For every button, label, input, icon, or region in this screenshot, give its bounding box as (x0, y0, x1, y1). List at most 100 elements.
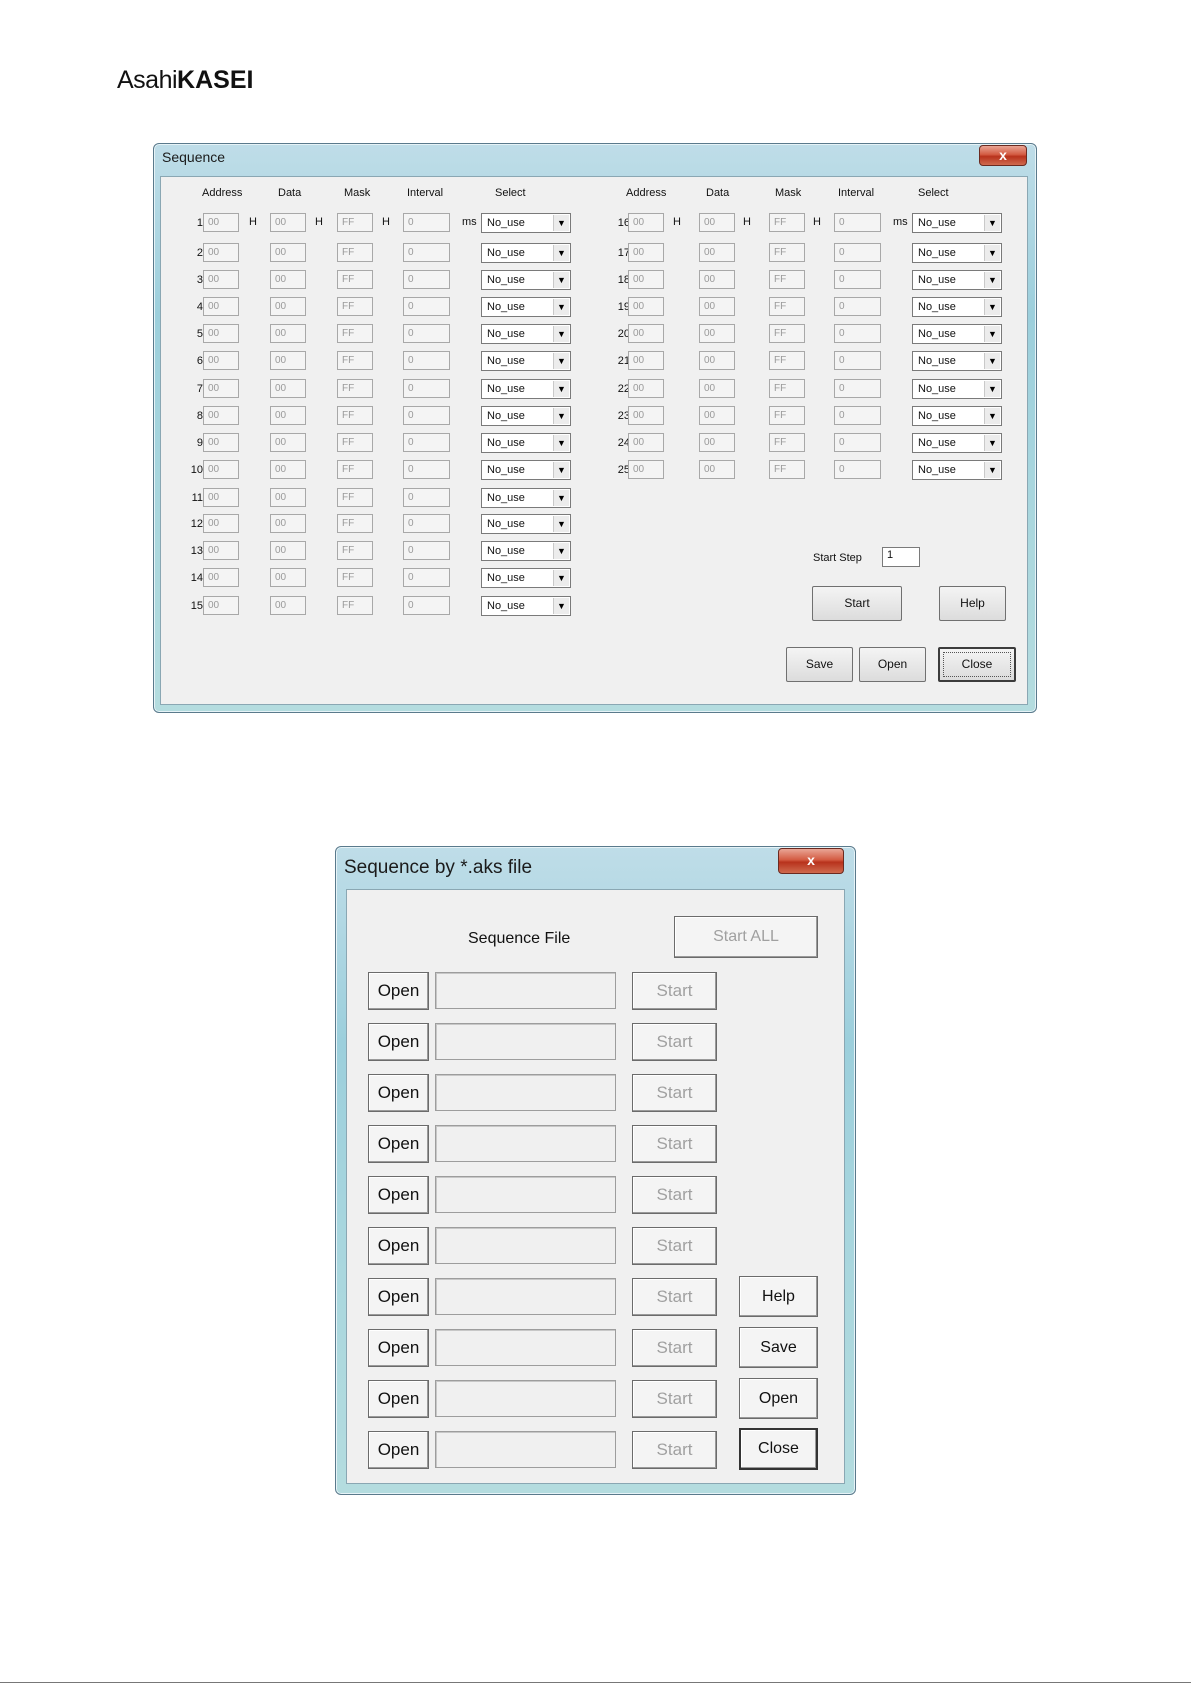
data-field[interactable]: 00 (270, 596, 306, 615)
aks-save-button[interactable]: Save (739, 1327, 818, 1368)
aks-file-path-field[interactable] (435, 1329, 616, 1366)
chevron-down-icon[interactable]: ▼ (553, 598, 569, 614)
address-field[interactable]: 00 (628, 270, 664, 289)
aks-row-open-button[interactable]: Open (368, 1125, 429, 1163)
select-dropdown[interactable]: No_use ▼ (912, 379, 1002, 399)
chevron-down-icon[interactable]: ▼ (984, 435, 1000, 451)
data-field[interactable]: 00 (270, 351, 306, 370)
chevron-down-icon[interactable]: ▼ (984, 215, 1000, 231)
select-dropdown[interactable]: No_use ▼ (481, 460, 571, 480)
select-dropdown[interactable]: No_use ▼ (481, 243, 571, 263)
data-field[interactable]: 00 (699, 460, 735, 479)
aks-help-button[interactable]: Help (739, 1276, 818, 1317)
data-field[interactable]: 00 (270, 324, 306, 343)
address-field[interactable]: 00 (628, 213, 664, 232)
save-button[interactable]: Save (786, 647, 853, 682)
interval-field[interactable]: 0 (834, 433, 881, 452)
start-all-button[interactable]: Start ALL (674, 916, 818, 958)
chevron-down-icon[interactable]: ▼ (984, 381, 1000, 397)
chevron-down-icon[interactable]: ▼ (553, 490, 569, 506)
chevron-down-icon[interactable]: ▼ (553, 516, 569, 532)
chevron-down-icon[interactable]: ▼ (984, 299, 1000, 315)
data-field[interactable]: 00 (270, 379, 306, 398)
chevron-down-icon[interactable]: ▼ (984, 353, 1000, 369)
interval-field[interactable]: 0 (403, 213, 450, 232)
address-field[interactable]: 00 (628, 297, 664, 316)
mask-field[interactable]: FF (337, 568, 373, 587)
data-field[interactable]: 00 (270, 568, 306, 587)
mask-field[interactable]: FF (337, 514, 373, 533)
interval-field[interactable]: 0 (834, 406, 881, 425)
chevron-down-icon[interactable]: ▼ (553, 408, 569, 424)
select-dropdown[interactable]: No_use ▼ (481, 270, 571, 290)
aks-row-start-button[interactable]: Start (632, 1278, 717, 1316)
select-dropdown[interactable]: No_use ▼ (912, 270, 1002, 290)
mask-field[interactable]: FF (769, 379, 805, 398)
mask-field[interactable]: FF (337, 596, 373, 615)
chevron-down-icon[interactable]: ▼ (984, 272, 1000, 288)
interval-field[interactable]: 0 (834, 213, 881, 232)
help-button[interactable]: Help (939, 586, 1006, 621)
chevron-down-icon[interactable]: ▼ (553, 215, 569, 231)
interval-field[interactable]: 0 (403, 243, 450, 262)
aks-row-open-button[interactable]: Open (368, 1329, 429, 1367)
data-field[interactable]: 00 (699, 351, 735, 370)
address-field[interactable]: 00 (203, 324, 239, 343)
aks-file-path-field[interactable] (435, 1023, 616, 1060)
mask-field[interactable]: FF (769, 297, 805, 316)
select-dropdown[interactable]: No_use ▼ (481, 351, 571, 371)
close-button[interactable]: Close (938, 647, 1016, 682)
aks-row-start-button[interactable]: Start (632, 1023, 717, 1061)
chevron-down-icon[interactable]: ▼ (553, 462, 569, 478)
data-field[interactable]: 00 (699, 297, 735, 316)
mask-field[interactable]: FF (769, 213, 805, 232)
interval-field[interactable]: 0 (403, 514, 450, 533)
select-dropdown[interactable]: No_use ▼ (912, 433, 1002, 453)
interval-field[interactable]: 0 (403, 324, 450, 343)
aks-row-open-button[interactable]: Open (368, 1227, 429, 1265)
data-field[interactable]: 00 (699, 379, 735, 398)
aks-file-path-field[interactable] (435, 1227, 616, 1264)
interval-field[interactable]: 0 (834, 324, 881, 343)
select-dropdown[interactable]: No_use ▼ (912, 460, 1002, 480)
data-field[interactable]: 00 (270, 433, 306, 452)
aks-close-button[interactable]: Close (739, 1428, 818, 1470)
select-dropdown[interactable]: No_use ▼ (912, 351, 1002, 371)
mask-field[interactable]: FF (337, 379, 373, 398)
chevron-down-icon[interactable]: ▼ (553, 299, 569, 315)
select-dropdown[interactable]: No_use ▼ (481, 596, 571, 616)
interval-field[interactable]: 0 (403, 433, 450, 452)
address-field[interactable]: 00 (628, 433, 664, 452)
data-field[interactable]: 00 (270, 460, 306, 479)
aks-file-path-field[interactable] (435, 1074, 616, 1111)
aks-row-open-button[interactable]: Open (368, 1380, 429, 1418)
chevron-down-icon[interactable]: ▼ (553, 326, 569, 342)
address-field[interactable]: 00 (203, 460, 239, 479)
select-dropdown[interactable]: No_use ▼ (481, 297, 571, 317)
sequence-close-icon[interactable]: x (979, 145, 1027, 166)
select-dropdown[interactable]: No_use ▼ (481, 433, 571, 453)
chevron-down-icon[interactable]: ▼ (984, 462, 1000, 478)
data-field[interactable]: 00 (699, 406, 735, 425)
interval-field[interactable]: 0 (403, 270, 450, 289)
interval-field[interactable]: 0 (403, 351, 450, 370)
mask-field[interactable]: FF (337, 243, 373, 262)
mask-field[interactable]: FF (337, 488, 373, 507)
mask-field[interactable]: FF (337, 541, 373, 560)
chevron-down-icon[interactable]: ▼ (553, 272, 569, 288)
address-field[interactable]: 00 (628, 460, 664, 479)
mask-field[interactable]: FF (769, 460, 805, 479)
address-field[interactable]: 00 (628, 351, 664, 370)
interval-field[interactable]: 0 (834, 351, 881, 370)
aks-close-icon[interactable]: x (778, 848, 844, 874)
select-dropdown[interactable]: No_use ▼ (912, 243, 1002, 263)
mask-field[interactable]: FF (337, 297, 373, 316)
chevron-down-icon[interactable]: ▼ (553, 245, 569, 261)
aks-row-start-button[interactable]: Start (632, 1125, 717, 1163)
address-field[interactable]: 00 (203, 379, 239, 398)
aks-file-path-field[interactable] (435, 972, 616, 1009)
select-dropdown[interactable]: No_use ▼ (481, 406, 571, 426)
chevron-down-icon[interactable]: ▼ (984, 326, 1000, 342)
aks-file-path-field[interactable] (435, 1278, 616, 1315)
data-field[interactable]: 00 (270, 213, 306, 232)
